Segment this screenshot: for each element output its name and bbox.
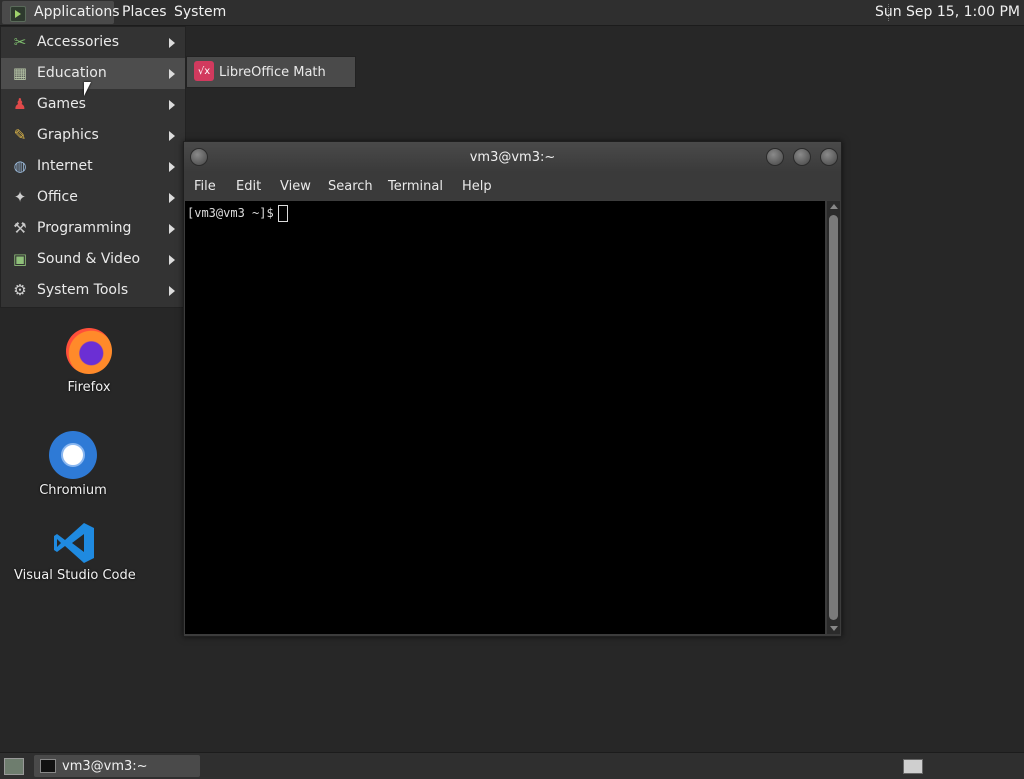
submenu-arrow-icon [169,255,175,265]
desktop-icon-label: Visual Studio Code [14,568,136,583]
submenu-arrow-icon [169,69,175,79]
sound-video-icon: ▣ [12,250,28,268]
menu-item-programming[interactable]: ⚒ Programming [1,213,185,244]
applications-menu: ✂ Accessories ▦ Education ♟ Games ✎ Grap… [0,26,186,308]
scroll-down-arrow-icon[interactable] [830,626,838,631]
menu-item-accessories[interactable]: ✂ Accessories [1,27,185,58]
menu-item-label: Office [37,189,78,205]
places-menu[interactable]: Places [122,4,167,20]
firefox-icon [66,328,112,374]
menu-terminal[interactable]: Terminal [388,179,443,194]
terminal-output[interactable]: [vm3@vm3 ~]$ [185,201,825,634]
vscode-icon [51,520,97,566]
maximize-button[interactable] [793,148,811,166]
close-button[interactable] [820,148,838,166]
menu-edit[interactable]: Edit [236,179,261,194]
accessories-icon: ✂ [13,33,27,51]
taskbar-button-label: vm3@vm3:~ [62,759,148,774]
menu-item-sound-video[interactable]: ▣ Sound & Video [1,244,185,275]
terminal-icon [40,759,56,773]
terminal-window: vm3@vm3:~ File Edit View Search Terminal… [183,141,842,637]
graphics-icon: ✎ [13,126,27,144]
submenu-arrow-icon [169,286,175,296]
scroll-up-arrow-icon[interactable] [830,204,838,209]
prompt-text: [vm3@vm3 ~]$ [187,206,274,220]
workspace-switcher[interactable] [903,759,923,774]
submenu-arrow-icon [169,193,175,203]
internet-icon: ◍ [13,157,27,175]
menu-item-education[interactable]: ▦ Education [1,58,185,89]
window-titlebar[interactable]: vm3@vm3:~ [184,142,841,172]
games-icon: ♟ [13,95,27,113]
window-title: vm3@vm3:~ [469,150,556,165]
desktop-icon-label: Firefox [67,380,111,395]
programming-icon: ⚒ [13,219,27,237]
submenu-arrow-icon [169,224,175,234]
submenu-arrow-icon [169,38,175,48]
desktop-icon-chromium[interactable]: Chromium [36,431,110,498]
education-submenu: √x LibreOffice Math [186,56,356,88]
minimize-button[interactable] [766,148,784,166]
menu-item-label: Games [37,96,86,112]
submenu-item-libreoffice-math[interactable]: √x LibreOffice Math [187,57,355,87]
submenu-arrow-icon [169,131,175,141]
chromium-icon [49,431,97,479]
office-icon: ✦ [13,188,27,206]
menu-file[interactable]: File [194,179,216,194]
bottom-panel: vm3@vm3:~ [0,752,1024,779]
top-panel: Applications Places System Sun Sep 15, 1… [0,0,1024,26]
menu-item-label: Education [37,65,107,81]
menu-view[interactable]: View [280,179,311,194]
menu-item-graphics[interactable]: ✎ Graphics [1,120,185,151]
taskbar-button-terminal[interactable]: vm3@vm3:~ [34,755,200,777]
system-tools-icon: ⚙ [13,281,27,299]
applications-label: Applications [34,4,120,20]
desktop-icon-vscode[interactable]: Visual Studio Code [14,520,136,583]
submenu-item-label: LibreOffice Math [219,65,326,80]
menu-item-office[interactable]: ✦ Office [1,182,185,213]
terminal-scrollbar[interactable] [827,201,840,634]
menu-item-label: System Tools [37,282,129,298]
menu-item-label: Graphics [37,127,99,143]
terminal-menubar: File Edit View Search Terminal Help [184,172,841,200]
menu-item-internet[interactable]: ◍ Internet [1,151,185,182]
desktop-icon-firefox[interactable]: Firefox [60,328,118,395]
menu-item-label: Accessories [37,34,120,50]
libreoffice-math-icon: √x [194,61,214,81]
menu-help[interactable]: Help [462,179,492,194]
menu-item-label: Sound & Video [37,251,141,267]
shell-prompt: [vm3@vm3 ~]$ [187,205,288,222]
clock[interactable]: Sun Sep 15, 1:00 PM [875,4,1020,20]
menu-item-games[interactable]: ♟ Games [1,89,185,120]
distro-logo-icon [10,6,26,22]
menu-item-label: Programming [37,220,132,236]
applications-menu-button[interactable]: Applications [2,1,120,24]
desktop-icon-label: Chromium [39,483,107,498]
system-menu[interactable]: System [174,4,226,20]
submenu-arrow-icon [169,162,175,172]
mouse-pointer-icon [84,82,91,96]
menu-search[interactable]: Search [328,179,373,194]
show-desktop-icon[interactable] [4,758,24,775]
menu-item-label: Internet [37,158,93,174]
text-cursor [277,205,288,222]
submenu-arrow-icon [169,100,175,110]
scrollbar-thumb[interactable] [829,215,838,620]
education-icon: ▦ [12,64,28,82]
menu-item-system-tools[interactable]: ⚙ System Tools [1,275,185,306]
